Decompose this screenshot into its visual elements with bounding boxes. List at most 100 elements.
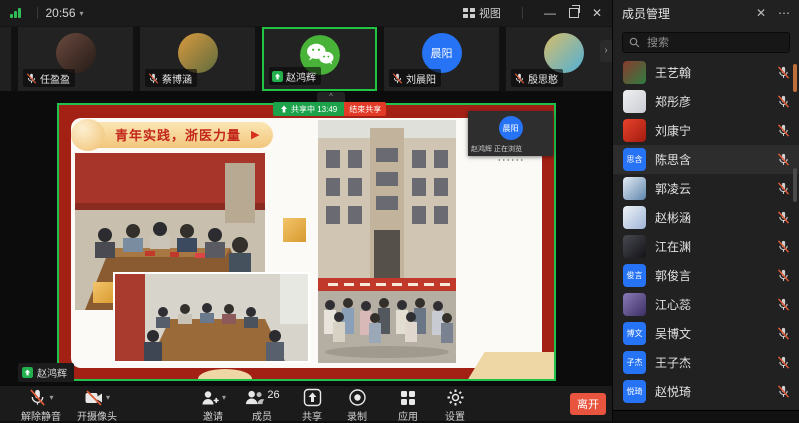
mic-muted-icon[interactable]	[777, 327, 790, 340]
panel-more-button[interactable]: ⋯	[778, 6, 790, 20]
shared-screen-area: 青年实践，浙医力量 ▶	[0, 91, 612, 385]
mic-muted-icon[interactable]	[777, 298, 790, 311]
mic-muted-icon[interactable]	[777, 153, 790, 166]
member-row[interactable]: 刘康宁	[613, 116, 799, 145]
participant-name-label: 赵鸿辉	[269, 67, 321, 85]
search-input[interactable]	[645, 36, 769, 50]
member-row[interactable]: 郭凌云	[613, 174, 799, 203]
participant-tile[interactable]: 晨阳 刘晨阳	[384, 27, 499, 91]
mic-muted-icon[interactable]	[777, 269, 790, 282]
view-button[interactable]: 视图	[463, 5, 501, 21]
member-name: 赵悦琦	[655, 383, 691, 400]
slide-title: 青年实践，浙医力量	[115, 125, 241, 144]
members-button[interactable]: 26 成员	[234, 388, 290, 423]
settings-button[interactable]: 设置	[427, 388, 483, 423]
cream-wave-decor	[198, 369, 252, 381]
invite-button[interactable]: ▾ 邀请	[185, 388, 241, 423]
participant-name-label: 刘晨阳	[389, 69, 441, 87]
chevron-down-icon: ▾	[222, 393, 226, 402]
panel-close-button[interactable]: ✕	[756, 6, 766, 20]
layout-grid-icon	[463, 8, 475, 18]
avatar: 博文	[623, 322, 646, 345]
member-name: 王艺翰	[655, 64, 691, 81]
mic-muted-icon[interactable]	[777, 356, 790, 369]
screen-share-icon	[22, 367, 33, 378]
avatar	[623, 293, 646, 316]
gold-square-decor	[283, 218, 306, 242]
share-arrow-icon	[280, 105, 288, 113]
avatar	[623, 90, 646, 113]
member-row[interactable]: 悦琦 赵悦琦	[613, 377, 799, 406]
scrollbar-thumb[interactable]	[793, 64, 797, 92]
leave-meeting-button[interactable]: 离开	[570, 393, 606, 415]
participant-tile-partial[interactable]	[0, 27, 11, 91]
record-button[interactable]: 录制	[329, 388, 385, 423]
mic-muted-icon[interactable]	[777, 240, 790, 253]
member-name: 江心蕊	[655, 296, 691, 313]
member-name: 江在渊	[655, 238, 691, 255]
mic-muted-icon[interactable]	[777, 95, 790, 108]
avatar: 子杰	[623, 351, 646, 374]
share-status-bar: 共享中 13:49 结束共享	[273, 102, 386, 116]
member-panel-footer	[613, 410, 799, 421]
avatar	[623, 61, 646, 84]
invite-person-icon	[200, 388, 220, 408]
member-row[interactable]: 郑彤彦	[613, 87, 799, 116]
member-row[interactable]: 俊言 郭俊言	[613, 261, 799, 290]
network-signal-icon	[10, 8, 21, 18]
collapse-share-bar-button[interactable]: ^	[317, 92, 345, 102]
participant-name: 任盈盈	[40, 71, 70, 86]
scrollbar-thumb[interactable]	[793, 168, 797, 202]
floating-video-window[interactable]: 晨阳 赵鸿辉 正在浏览	[468, 111, 553, 156]
close-button[interactable]: ✕	[592, 7, 602, 19]
chevron-down-icon: ▾	[49, 393, 53, 402]
member-row[interactable]: 王艺翰	[613, 58, 799, 87]
mic-muted-icon[interactable]	[777, 182, 790, 195]
drag-handle-dots[interactable]	[497, 158, 523, 162]
sharing-status: 共享中 13:49	[273, 102, 344, 116]
participant-name: 蔡博涵	[162, 71, 192, 86]
member-row[interactable]: 江心蕊	[613, 290, 799, 319]
members-icon	[244, 388, 265, 407]
avatar: 思含	[623, 148, 646, 171]
participant-name: 殷思憨	[528, 71, 558, 86]
arrow-right-icon: ▶	[251, 128, 259, 141]
camera-on-button[interactable]: ▾ 开摄像头	[69, 388, 125, 423]
member-row[interactable]: 江在渊	[613, 232, 799, 261]
member-name: 王子杰	[655, 354, 691, 371]
avatar: 晨阳	[499, 116, 523, 140]
restore-button[interactable]	[569, 8, 579, 18]
member-name: 刘康宁	[655, 122, 691, 139]
slide-banner: 青年实践，浙医力量 ▶	[75, 121, 273, 148]
apps-grid-icon	[399, 389, 417, 407]
mic-muted-icon[interactable]	[777, 124, 790, 137]
participant-tile[interactable]: 赵鸿辉	[262, 27, 377, 91]
member-row[interactable]: 赵彬涵	[613, 203, 799, 232]
member-list: 王艺翰 郑彤彦 刘康宁 思含 陈思含 郭凌云 赵彬涵 江在渊 俊言 郭俊言	[613, 58, 799, 410]
chevron-down-icon[interactable]: ▾	[80, 9, 84, 18]
avatar	[56, 33, 96, 73]
member-row[interactable]: 思含 陈思含	[613, 145, 799, 174]
mic-status-icon	[272, 71, 283, 82]
divider	[522, 7, 523, 19]
sharer-name-label: 赵鸿辉	[18, 363, 74, 382]
mic-muted-icon[interactable]	[777, 211, 790, 224]
member-search-box[interactable]	[622, 32, 790, 53]
mic-muted-icon[interactable]	[777, 66, 790, 79]
minimize-button[interactable]: —	[544, 7, 556, 19]
participant-tile[interactable]: 任盈盈	[18, 27, 133, 91]
member-name: 郑彤彦	[655, 93, 691, 110]
member-row[interactable]: 博文 吴博文	[613, 319, 799, 348]
banner-ball-decor	[71, 119, 105, 151]
participant-tile[interactable]: 蔡博涵	[140, 27, 255, 91]
mic-status-icon	[392, 73, 403, 84]
mic-muted-icon[interactable]	[777, 385, 790, 398]
participant-tile[interactable]: 殷思憨	[506, 27, 612, 91]
unmute-button[interactable]: ▾ 解除静音	[13, 388, 69, 423]
sidebar-collapse-handle[interactable]: ›	[600, 40, 612, 62]
member-row[interactable]: 子杰 王子杰	[613, 348, 799, 377]
camera-off-icon	[84, 388, 104, 408]
stop-share-button[interactable]: 结束共享	[344, 102, 386, 116]
meeting-timer: 20:56	[46, 6, 76, 20]
viewer-caption: 赵鸿辉 正在浏览	[471, 144, 522, 154]
